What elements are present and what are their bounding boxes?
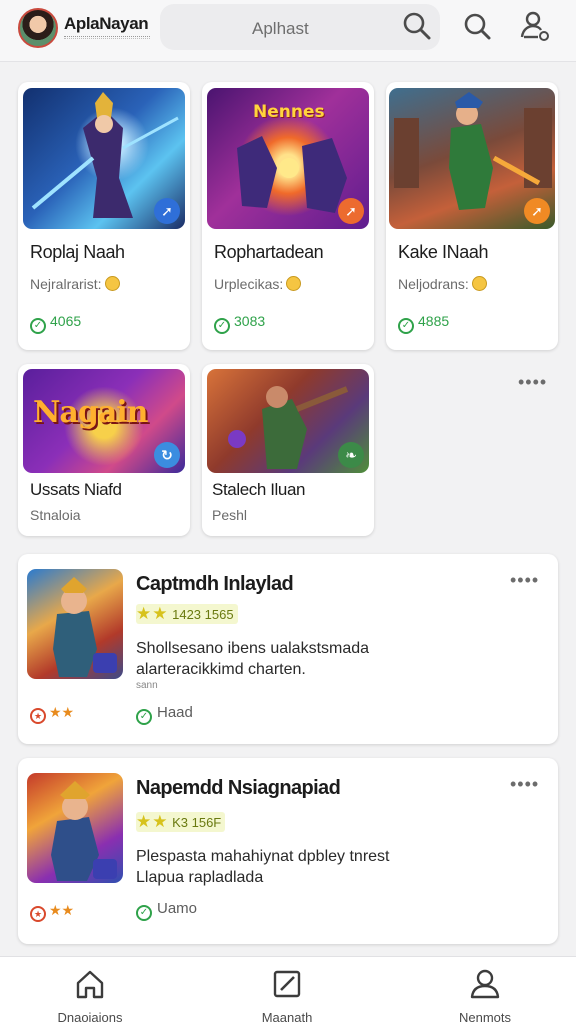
search-icon[interactable] xyxy=(400,9,434,43)
game-subtitle: Nejralrarist: xyxy=(30,276,120,292)
feed-status: ✓ Uamo xyxy=(136,900,197,921)
game-stat: ✓ 3083 xyxy=(214,313,265,334)
star-icon: ★★ xyxy=(136,604,169,623)
game-stat: ✓ 4885 xyxy=(398,313,449,334)
game-card[interactable]: ❧ Stalech Iluan Peshl xyxy=(202,364,374,536)
game-card[interactable]: ➚ Kake INaah Neljodrans: ✓ 4885 xyxy=(386,82,558,350)
game-thumbnail: ➚ xyxy=(389,88,555,229)
brand-underline xyxy=(64,36,150,39)
game-title: Stalech Iluan xyxy=(212,480,306,499)
feed-title: Napemdd Nsiagnapiad xyxy=(136,777,341,799)
sword-icon: ➚ xyxy=(524,198,550,224)
game-thumbnail xyxy=(27,569,123,679)
refresh-icon: ↻ xyxy=(154,442,180,468)
feed-description: Plespasta mahahiynat dpbley tnrest Llapu… xyxy=(136,848,390,886)
avatar[interactable] xyxy=(18,8,58,48)
feed-card[interactable]: Napemdd Nsiagnapiad ★★ K3 156F Plespasta… xyxy=(18,758,558,944)
brand-name: AplaNayan xyxy=(64,14,149,33)
home-icon xyxy=(76,970,104,999)
search-bar[interactable]: Aplhast xyxy=(160,4,440,50)
feed-status: ✓ Haad xyxy=(136,704,193,725)
more-options-icon[interactable]: •••• xyxy=(510,774,539,795)
game-thumbnail: Nennes ➚ xyxy=(207,88,369,229)
game-card[interactable]: ➚ Roplaj Naah Nejralrarist: ✓ 4065 xyxy=(18,82,190,350)
game-subtitle: Peshl xyxy=(212,507,248,523)
profile-icon xyxy=(470,969,500,999)
rating-badge: ★★ 1423 1565 xyxy=(136,604,238,624)
nav-item-home[interactable]: Dnaoiaions xyxy=(30,967,150,1024)
emoji-icon xyxy=(471,276,487,291)
edit-icon xyxy=(273,970,301,998)
game-stat: ✓ 4065 xyxy=(30,313,81,334)
sword-icon: ➚ xyxy=(338,198,364,224)
star-icon: ★★ xyxy=(136,812,169,831)
feed-title: Captmdh Inlaylad xyxy=(136,573,294,595)
nav-label: Nenmots xyxy=(458,1010,512,1024)
nav-item-edit[interactable]: Maanath xyxy=(227,967,347,1024)
feed-card[interactable]: Captmdh Inlaylad ★★ 1423 1565 Shollsesan… xyxy=(18,554,558,744)
user-settings-icon[interactable] xyxy=(518,9,552,43)
search-icon[interactable] xyxy=(460,9,494,43)
game-title: Rophartadean xyxy=(214,242,324,262)
game-card[interactable]: Nennes ➚ Rophartadean Urplecikas: ✓ 3083 xyxy=(202,82,374,350)
check-circle-icon: ✓ xyxy=(30,318,46,334)
game-thumbnail xyxy=(27,773,123,883)
emoji-icon xyxy=(286,276,302,291)
game-subtitle: Urplecikas: xyxy=(214,276,302,292)
feed-note: sann xyxy=(136,680,158,691)
game-subtitle: Stnaloia xyxy=(30,507,81,523)
check-circle-icon: ✓ xyxy=(136,905,152,921)
feed-description: Shollsesano ibens ualakstsmada alarterac… xyxy=(136,640,370,678)
rating-badge: ★★ K3 156F xyxy=(136,812,226,832)
sword-icon: ➚ xyxy=(154,198,180,224)
game-thumbnail: ❧ xyxy=(207,369,369,473)
feed-rating-meta: ★ ★★ xyxy=(30,704,74,724)
game-thumbnail: ➚ xyxy=(23,88,185,229)
game-title: Ussats Niafd xyxy=(30,480,122,499)
check-circle-icon: ✓ xyxy=(214,318,230,334)
game-title: Kake INaah xyxy=(398,242,489,262)
rating-icon: ★ xyxy=(30,708,46,724)
game-thumbnail: Nagain ↻ xyxy=(23,369,185,473)
check-circle-icon: ✓ xyxy=(398,318,414,334)
emoji-icon xyxy=(104,276,120,291)
feed-rating-meta: ★ ★★ xyxy=(30,902,74,922)
rating-icon: ★ xyxy=(30,906,46,922)
more-options-icon[interactable]: •••• xyxy=(518,372,547,393)
more-options-icon[interactable]: •••• xyxy=(510,570,539,591)
app-header: AplaNayan Aplhast xyxy=(0,0,576,62)
check-circle-icon: ✓ xyxy=(136,709,152,725)
leaf-icon: ❧ xyxy=(338,442,364,468)
nav-label: Maanath xyxy=(261,1010,313,1024)
game-subtitle: Neljodrans: xyxy=(398,276,487,292)
game-title: Roplaj Naah xyxy=(30,242,125,262)
game-card[interactable]: Nagain ↻ Ussats Niafd Stnaloia xyxy=(18,364,190,536)
bottom-navigation: Dnaoiaions Maanath Nenmots xyxy=(0,956,576,1024)
search-placeholder: Aplhast xyxy=(252,19,309,38)
nav-label: Dnaoiaions xyxy=(57,1010,123,1024)
nav-item-profile[interactable]: Nenmots xyxy=(425,967,545,1024)
game-banner: Nagain xyxy=(33,395,148,430)
